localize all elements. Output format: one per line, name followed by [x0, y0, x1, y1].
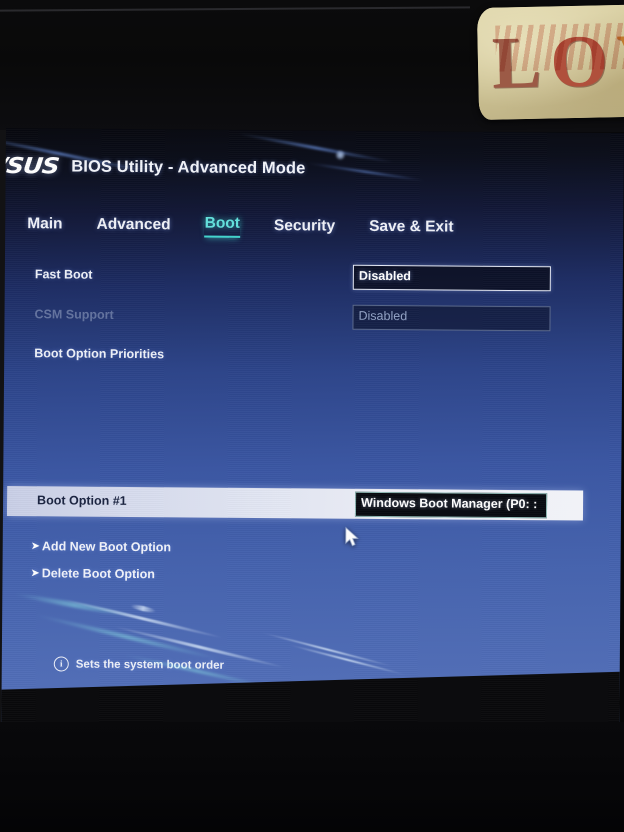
glare-highlight [129, 603, 157, 614]
glare-streak [261, 631, 394, 668]
csm-support-label: CSM Support [34, 307, 114, 322]
menu-item-delete-boot-option[interactable]: ➤ Delete Boot Option [30, 566, 155, 581]
info-icon: i [53, 656, 69, 672]
boot-option-priorities-label: Boot Option Priorities [34, 346, 165, 362]
sign-letter-o: O [549, 20, 610, 104]
help-text: Sets the system boot order [75, 658, 225, 672]
photo-frame: L O V /SUS BIOS Utility - Advanced Mode … [0, 0, 624, 832]
section-heading-boot-option-priorities: Boot Option Priorities [4, 343, 622, 374]
glare-streak [34, 612, 220, 662]
tab-save-exit[interactable]: Save & Exit [369, 218, 454, 240]
glare-streak [14, 591, 134, 619]
glare-streak [62, 597, 224, 639]
boot-option-1-label: Boot Option #1 [37, 493, 127, 508]
setting-row-csm-support: CSM Support Disabled [4, 304, 622, 335]
help-line: i Sets the system boot order [53, 656, 225, 672]
tab-advanced[interactable]: Advanced [96, 216, 170, 238]
csm-support-value: Disabled [358, 308, 408, 324]
csm-support-value-box: Disabled [352, 304, 551, 332]
glare-streak [306, 162, 426, 182]
sign-letter-v: V [616, 18, 624, 103]
chevron-right-icon: ➤ [30, 539, 40, 552]
add-new-boot-option-label: Add New Boot Option [41, 539, 172, 555]
boot-option-1-value-box[interactable]: Windows Boot Manager (P0: : [354, 491, 548, 519]
fast-boot-value: Disabled [358, 268, 412, 284]
sign-letter-l: L [491, 21, 544, 105]
tab-bar: Main Advanced Boot Security Save & Exit [27, 213, 454, 240]
tab-boot[interactable]: Boot [204, 214, 241, 238]
setting-row-fast-boot[interactable]: Fast Boot Disabled [5, 264, 623, 295]
love-wall-sign: L O V [476, 4, 624, 120]
asus-logo: /SUS [1, 153, 60, 180]
glare-streak [288, 643, 406, 676]
mouse-cursor [345, 526, 359, 547]
glare-sparkle [335, 150, 345, 160]
shelf-edge [0, 6, 471, 12]
delete-boot-option-label: Delete Boot Option [41, 566, 155, 582]
tab-main[interactable]: Main [27, 215, 62, 236]
tab-security[interactable]: Security [274, 217, 335, 238]
menu-item-add-new-boot-option[interactable]: ➤ Add New Boot Option [31, 539, 171, 554]
page-title: BIOS Utility - Advanced Mode [71, 157, 306, 178]
fast-boot-value-box[interactable]: Disabled [352, 264, 551, 292]
selected-row-boot-option-1[interactable]: Boot Option #1 Windows Boot Manager (P0:… [6, 486, 584, 521]
room-background-bottom [0, 722, 624, 832]
chevron-right-icon: ➤ [30, 566, 40, 579]
boot-option-1-value: Windows Boot Manager (P0: : [361, 495, 538, 512]
sign-letters: L O V [491, 18, 624, 106]
bios-header: /SUS BIOS Utility - Advanced Mode [1, 154, 306, 181]
bios-screen: /SUS BIOS Utility - Advanced Mode Main A… [1, 128, 624, 733]
fast-boot-label: Fast Boot [34, 267, 93, 282]
